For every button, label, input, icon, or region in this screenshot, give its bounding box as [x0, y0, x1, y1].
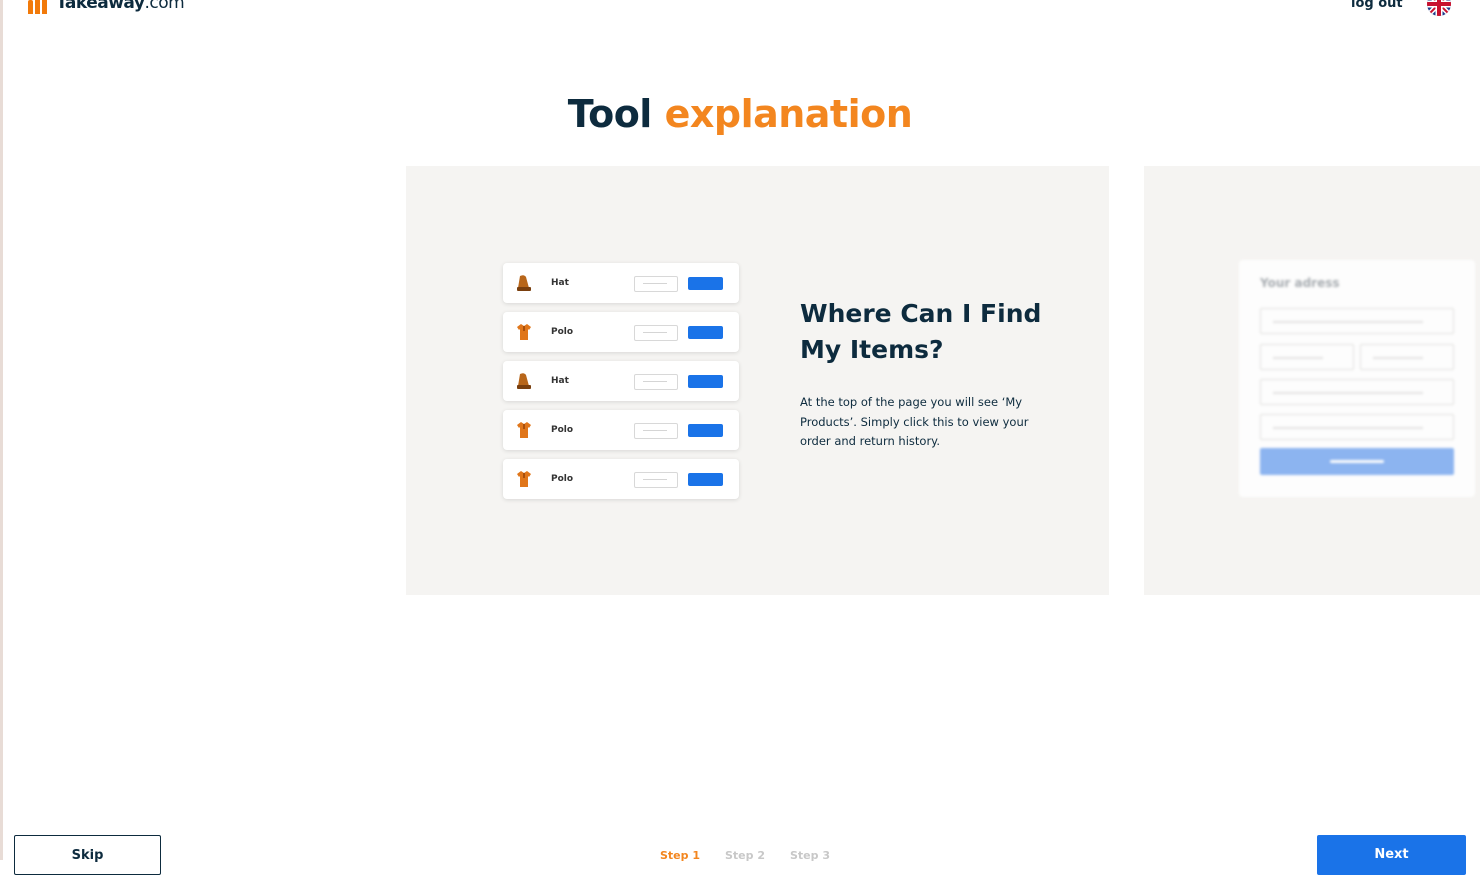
item-action-button: [688, 424, 723, 437]
carousel-slide-current: Hat Polo Hat Polo Polo Where Can I Find …: [406, 166, 1109, 595]
quantity-field: [634, 472, 678, 488]
illustration-item-row: Polo: [503, 312, 739, 352]
address-submit-illustration: [1260, 448, 1454, 475]
slide-heading: Where Can I Find My Items?: [800, 299, 1042, 364]
item-action-button: [688, 326, 723, 339]
item-action-button: [688, 473, 723, 486]
quantity-field: [634, 276, 678, 292]
item-name: Polo: [551, 327, 574, 337]
hat-icon: [517, 275, 531, 291]
step-1[interactable]: Step 1: [660, 849, 700, 862]
step-2[interactable]: Step 2: [725, 849, 765, 862]
logout-link[interactable]: log out: [1351, 0, 1403, 11]
item-name: Polo: [551, 425, 574, 435]
item-action-button: [688, 375, 723, 388]
illustration-item-row: Polo: [503, 410, 739, 450]
quantity-field: [634, 325, 678, 341]
illustration-item-list: Hat Polo Hat Polo Polo: [503, 263, 739, 508]
item-name: Polo: [551, 474, 574, 484]
address-field: [1260, 379, 1454, 405]
polo-shirt-icon: [517, 324, 531, 340]
hat-icon: [517, 373, 531, 389]
illustration-item-row: Polo: [503, 459, 739, 499]
address-field: [1260, 308, 1454, 334]
slide-description: At the top of the page you will see ‘My …: [800, 395, 1029, 448]
illustration-item-row: Hat: [503, 263, 739, 303]
illustration-item-row: Hat: [503, 361, 739, 401]
next-button[interactable]: Next: [1317, 835, 1466, 875]
takeaway-logo[interactable]: Takeaway.com: [26, 0, 185, 14]
polo-shirt-icon: [517, 471, 531, 487]
address-form-illustration: Your adress: [1239, 260, 1475, 497]
uk-flag-icon[interactable]: [1427, 0, 1451, 16]
address-field: [1260, 344, 1354, 370]
step-3[interactable]: Step 3: [790, 849, 830, 862]
address-field: [1260, 414, 1454, 440]
step-indicator: Step 1 Step 2 Step 3: [660, 849, 830, 862]
page-title: Tool explanation: [567, 92, 913, 136]
item-name: Hat: [551, 376, 569, 386]
logo-mark-icon: [26, 0, 52, 14]
logo-text: Takeaway.com: [56, 0, 185, 13]
item-action-button: [688, 277, 723, 290]
item-name: Hat: [551, 278, 569, 288]
skip-button[interactable]: Skip: [14, 835, 161, 875]
address-card-title: Your adress: [1260, 276, 1340, 290]
address-field: [1360, 344, 1454, 370]
quantity-field: [634, 423, 678, 439]
carousel-slide-next[interactable]: Your adress: [1144, 166, 1480, 595]
quantity-field: [634, 374, 678, 390]
polo-shirt-icon: [517, 422, 531, 438]
